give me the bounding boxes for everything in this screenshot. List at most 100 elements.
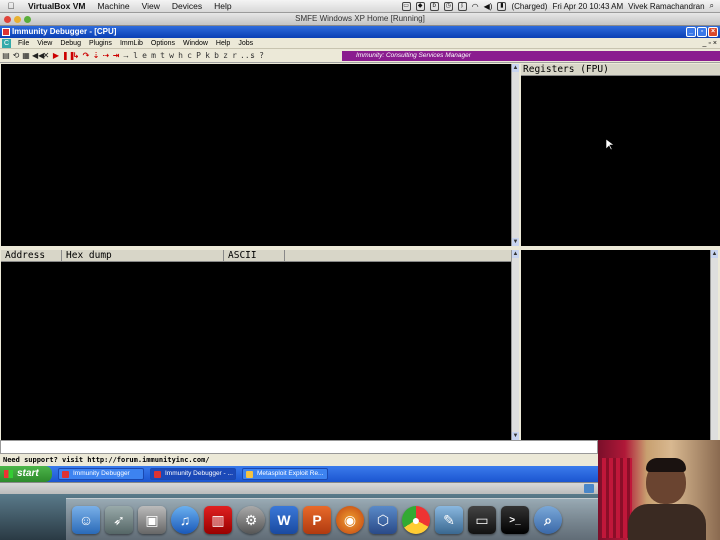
menu-machine[interactable]: Machine <box>91 1 135 11</box>
close-debuggee-icon[interactable]: ✕ <box>42 51 50 60</box>
chrome-icon[interactable]: ● <box>402 506 430 534</box>
screenshot-icon[interactable]: ▦ <box>22 51 30 60</box>
goto-icon[interactable]: → <box>122 51 130 60</box>
minimize-button[interactable]: _ <box>686 27 696 37</box>
xcode-icon[interactable]: ✎ <box>435 506 463 534</box>
disassembly-scrollbar[interactable]: ▲ ▼ <box>511 64 519 246</box>
mdi-restore-icon[interactable]: ▫ <box>708 38 710 49</box>
hex-dump-pane[interactable]: Address Hex dump ASCII <box>1 250 511 440</box>
spotlight-icon[interactable]: ⌕ <box>710 1 714 11</box>
execute-till-return-icon[interactable]: ⇥ <box>112 51 120 60</box>
toolbar-z[interactable]: z <box>222 51 229 60</box>
clock[interactable]: Fri Apr 20 10:43 AM <box>552 2 623 11</box>
b-app-icon[interactable]: b <box>429 1 439 11</box>
step-into-icon[interactable]: ↳ <box>72 51 80 60</box>
task-metasploit[interactable]: Metasploit Exploit Re... <box>242 468 328 480</box>
terminal-icon[interactable]: >_ <box>501 506 529 534</box>
menu-options[interactable]: Options <box>147 38 179 49</box>
host-key-icon[interactable] <box>584 484 594 493</box>
restart-icon[interactable]: ⟲ <box>12 51 20 60</box>
stack-pane[interactable] <box>521 250 710 440</box>
scroll-down-icon[interactable]: ▼ <box>512 238 519 246</box>
toolbar-p[interactable]: P <box>195 51 202 60</box>
menu-file[interactable]: File <box>14 38 33 49</box>
search-icon[interactable]: ⌕ <box>534 506 562 534</box>
command-input[interactable] <box>0 440 598 454</box>
screen-icon[interactable]: ▭ <box>401 1 411 11</box>
menu-jobs[interactable]: Jobs <box>234 38 257 49</box>
trace-over-icon[interactable]: ⇢ <box>102 51 110 60</box>
word-icon[interactable]: W <box>270 506 298 534</box>
rocket-icon[interactable]: ➶ <box>105 506 133 534</box>
toolbar-m[interactable]: m <box>150 51 157 60</box>
immunity-banner[interactable]: Immunity: Consulting Services Manager <box>342 51 720 61</box>
system-preferences-icon[interactable]: ⚙ <box>237 506 265 534</box>
pause-icon[interactable]: ❚❚ <box>62 51 75 60</box>
itunes-icon[interactable]: ♫ <box>171 506 199 534</box>
registers-pane[interactable]: Registers (FPU) <box>521 64 720 246</box>
wifi-icon[interactable]: ◠ <box>472 2 479 11</box>
menu-debug[interactable]: Debug <box>56 38 85 49</box>
toolbar-r[interactable]: r <box>231 51 238 60</box>
toolbar-t[interactable]: t <box>159 51 166 60</box>
battery-icon[interactable]: ▮ <box>497 1 507 11</box>
photobooth-icon[interactable]: ▥ <box>204 506 232 534</box>
open-icon[interactable]: ▤ <box>2 51 10 60</box>
col-address[interactable]: Address <box>1 250 62 262</box>
menu-view[interactable]: View <box>33 38 56 49</box>
user-name[interactable]: Vivek Ramachandran <box>628 2 704 11</box>
dropbox-icon[interactable]: ◆ <box>415 1 425 11</box>
task-immunity-debugger[interactable]: Immunity Debugger <box>58 468 144 480</box>
toolbar-h[interactable]: h <box>177 51 184 60</box>
dump-scrollbar[interactable]: ▲ ▼ <box>511 250 519 440</box>
step-over-icon[interactable]: ↷ <box>82 51 90 60</box>
app-menu[interactable]: VirtualBox VM <box>22 1 91 11</box>
mdi-minimize-icon[interactable]: _ <box>703 38 707 49</box>
run-icon[interactable]: ▶ <box>52 51 60 60</box>
menu-devices[interactable]: Devices <box>166 1 208 11</box>
mdi-close-icon[interactable]: × <box>713 38 717 49</box>
menu-help[interactable]: Help <box>208 1 237 11</box>
col-hex-dump[interactable]: Hex dump <box>62 250 224 262</box>
rewind-icon[interactable]: ◀◀ <box>32 51 44 60</box>
menu-window[interactable]: Window <box>179 38 212 49</box>
toolbar-s[interactable]: s <box>249 51 256 60</box>
toolbar-l[interactable]: l <box>132 51 139 60</box>
maximize-button[interactable]: ▫ <box>697 27 707 37</box>
virtualbox-icon[interactable]: ⬡ <box>369 506 397 534</box>
bluetooth-icon[interactable]: ᛒ <box>457 1 467 11</box>
scroll-up-icon[interactable]: ▲ <box>512 250 519 258</box>
scroll-down-icon[interactable]: ▼ <box>512 432 519 440</box>
toolbar-e[interactable]: e <box>141 51 148 60</box>
menu-immlib[interactable]: ImmLib <box>116 38 147 49</box>
apple-icon[interactable]:  <box>0 1 22 11</box>
toolbar-c[interactable]: c <box>186 51 193 60</box>
start-button[interactable]: start <box>0 466 52 482</box>
toolbar-dots[interactable]: ... <box>240 51 254 60</box>
powerpoint-icon[interactable]: P <box>303 506 331 534</box>
scroll-up-icon[interactable]: ▲ <box>711 250 718 258</box>
minimize-icon[interactable] <box>14 16 21 23</box>
cpu-icon[interactable]: C <box>2 38 11 48</box>
toolbar-w[interactable]: w <box>168 51 175 60</box>
trace-into-icon[interactable]: ⇣ <box>92 51 100 60</box>
disassembly-pane[interactable] <box>1 64 511 246</box>
preview-icon[interactable]: ▣ <box>138 506 166 534</box>
menu-help[interactable]: Help <box>212 38 234 49</box>
close-icon[interactable] <box>4 16 11 23</box>
finder-icon[interactable]: ☺ <box>72 506 100 534</box>
stack-scrollbar[interactable]: ▲ <box>710 250 718 440</box>
toolbar-b[interactable]: b <box>213 51 220 60</box>
zoom-icon[interactable] <box>24 16 31 23</box>
volume-icon[interactable]: ◀) <box>484 2 493 11</box>
close-button[interactable]: × <box>708 27 718 37</box>
registers-header[interactable]: Registers (FPU) <box>521 64 720 76</box>
col-ascii[interactable]: ASCII <box>224 250 285 262</box>
task-immunity-debugger-cpu[interactable]: Immunity Debugger - ... <box>150 468 236 480</box>
toolbar-help[interactable]: ? <box>258 51 265 60</box>
screen-icon[interactable]: ▭ <box>468 506 496 534</box>
firefox-icon[interactable]: ◉ <box>336 506 364 534</box>
menu-plugins[interactable]: Plugins <box>85 38 116 49</box>
time-machine-icon[interactable]: ◷ <box>443 1 453 11</box>
toolbar-k[interactable]: k <box>204 51 211 60</box>
